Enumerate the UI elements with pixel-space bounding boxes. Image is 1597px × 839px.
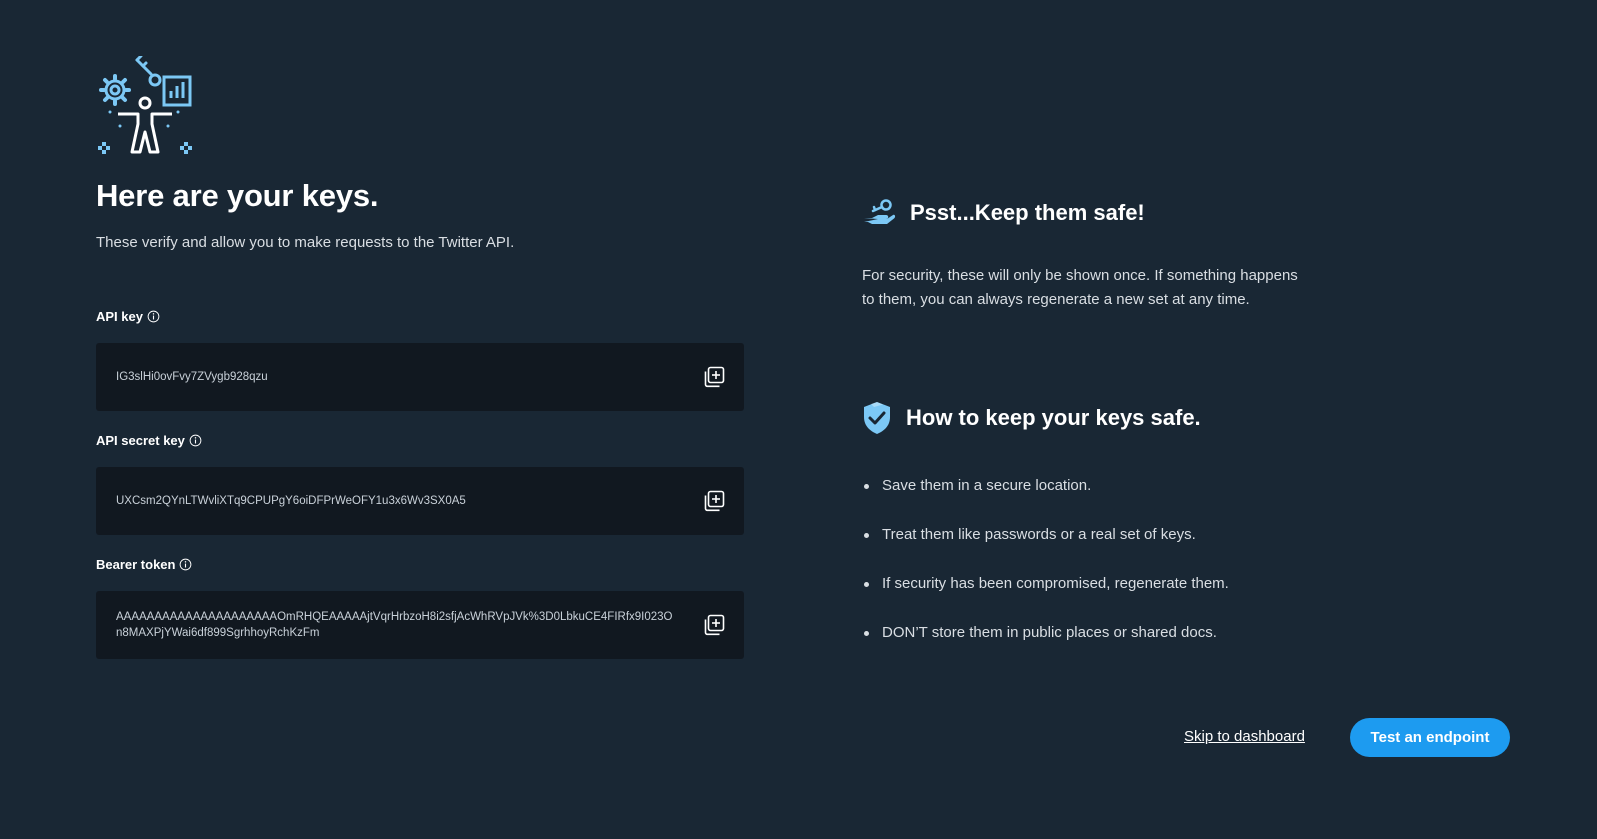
api-secret-key-label: API secret key: [96, 433, 202, 448]
api-key-label-text: API key: [96, 309, 143, 324]
api-secret-key-label-text: API secret key: [96, 433, 185, 448]
api-key-field[interactable]: IG3slHi0ovFvy7ZVygb928qzu: [96, 343, 744, 411]
list-item: Treat them like passwords or a real set …: [862, 525, 1229, 574]
tips-list: Save them in a secure location. Treat th…: [862, 476, 1229, 672]
hand-with-key-icon: [864, 199, 896, 224]
skip-to-dashboard-link[interactable]: Skip to dashboard: [1184, 728, 1305, 745]
info-icon[interactable]: [179, 558, 192, 571]
list-item: If security has been compromised, regene…: [862, 574, 1229, 623]
bearer-token-label-text: Bearer token: [96, 557, 176, 572]
copy-bearer-token-button[interactable]: [702, 613, 726, 637]
api-secret-key-field[interactable]: UXCsm2QYnLTWvliXTq9CPUPgY6oiDFPrWeOFY1u3…: [96, 467, 744, 535]
bearer-token-value[interactable]: AAAAAAAAAAAAAAAAAAAAAOmRHQEAAAAAjtVqrHrb…: [116, 609, 676, 641]
developer-illustration-icon: [98, 56, 192, 154]
api-key-label: API key: [96, 309, 160, 324]
bearer-token-field[interactable]: AAAAAAAAAAAAAAAAAAAAAOmRHQEAAAAAjtVqrHrb…: [96, 591, 744, 659]
test-endpoint-button[interactable]: Test an endpoint: [1350, 718, 1510, 757]
bearer-token-label: Bearer token: [96, 557, 192, 572]
keys-page: Here are your keys. These verify and all…: [0, 0, 1597, 839]
shield-check-icon: [864, 402, 890, 434]
list-item: DON’T store them in public places or sha…: [862, 623, 1229, 672]
tips-heading-text: How to keep your keys safe.: [906, 405, 1201, 430]
list-item: Save them in a secure location.: [862, 476, 1229, 525]
safety-text: For security, these will only be shown o…: [862, 267, 1298, 308]
copy-api-key-button[interactable]: [702, 365, 726, 389]
page-subtitle: These verify and allow you to make reque…: [96, 234, 515, 251]
safety-heading: Psst...Keep them safe!: [862, 198, 1145, 228]
safety-heading-text: Psst...Keep them safe!: [910, 200, 1145, 225]
copy-api-secret-key-button[interactable]: [702, 489, 726, 513]
tips-heading: How to keep your keys safe.: [862, 401, 1201, 435]
api-secret-key-value[interactable]: UXCsm2QYnLTWvliXTq9CPUPgY6oiDFPrWeOFY1u3…: [116, 493, 676, 509]
page-title: Here are your keys.: [96, 178, 379, 213]
info-icon[interactable]: [189, 434, 202, 447]
info-icon[interactable]: [147, 310, 160, 323]
api-key-value[interactable]: IG3slHi0ovFvy7ZVygb928qzu: [116, 369, 676, 385]
